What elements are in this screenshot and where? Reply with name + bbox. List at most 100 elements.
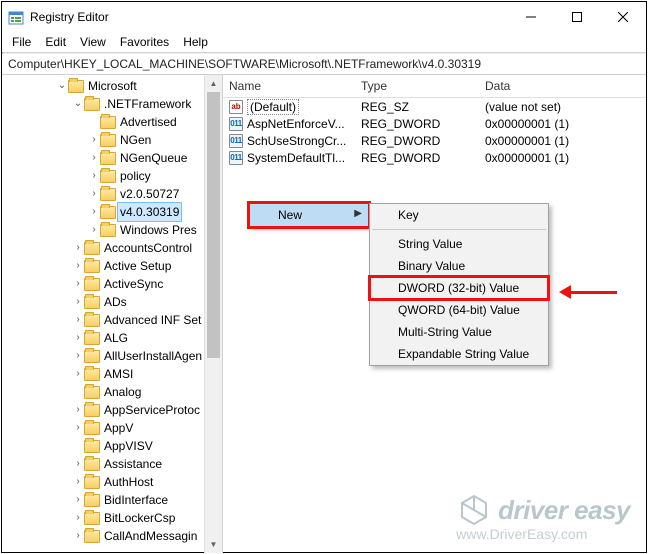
tree-item-label: Windows Pres: [120, 221, 197, 239]
expand-icon[interactable]: ›: [72, 293, 84, 311]
ctx-item-qword[interactable]: QWORD (64-bit) Value: [370, 299, 548, 321]
scroll-up-icon[interactable]: ▲: [205, 75, 222, 92]
ctx-item-new[interactable]: New ▶: [250, 204, 368, 226]
tree-item[interactable]: › Active Setup: [4, 257, 222, 275]
list-row[interactable]: 011SystemDefaultTl...REG_DWORD0x00000001…: [223, 149, 646, 166]
column-data[interactable]: Data: [479, 79, 646, 93]
menu-help[interactable]: Help: [177, 33, 214, 51]
list-row[interactable]: ab(Default)REG_SZ(value not set): [223, 98, 646, 115]
tree-item[interactable]: ›ALG: [4, 329, 222, 347]
menu-bar: File Edit View Favorites Help: [2, 32, 646, 52]
tree-item[interactable]: ›NGenQueue: [4, 149, 222, 167]
tree-item[interactable]: ›AppServiceProtoc: [4, 401, 222, 419]
tree-item[interactable]: › Windows Pres: [4, 221, 222, 239]
expand-icon[interactable]: ›: [88, 185, 100, 203]
close-button[interactable]: [600, 2, 646, 32]
expand-icon[interactable]: ›: [88, 167, 100, 185]
ctx-item-exp[interactable]: Expandable String Value: [370, 343, 548, 365]
ctx-item-key[interactable]: Key: [370, 204, 548, 226]
expand-icon[interactable]: ›: [72, 509, 84, 527]
folder-icon: [68, 80, 84, 93]
expand-icon[interactable]: ›: [72, 419, 84, 437]
expand-icon[interactable]: ›: [72, 491, 84, 509]
tree-item-label: Assistance: [104, 455, 162, 473]
tree-item[interactable]: ›v4.0.30319: [4, 203, 222, 221]
expand-icon[interactable]: ›: [88, 221, 100, 239]
folder-icon: [84, 242, 100, 255]
tree-item[interactable]: ›AllUserInstallAgen: [4, 347, 222, 365]
folder-icon: [84, 260, 100, 273]
tree-item[interactable]: ›CallAndMessagin: [4, 527, 222, 545]
tree-item-label: .NETFramework: [104, 95, 191, 113]
tree-item[interactable]: ›AccountsControl: [4, 239, 222, 257]
expand-icon[interactable]: ›: [72, 275, 84, 293]
folder-icon: [84, 332, 100, 345]
maximize-button[interactable]: [554, 2, 600, 32]
tree-item[interactable]: › Assistance: [4, 455, 222, 473]
context-menu-parent: New ▶: [249, 203, 369, 227]
tree-item-label: Active Setup: [104, 257, 171, 275]
expand-icon[interactable]: ›: [72, 455, 84, 473]
folder-icon: [84, 512, 100, 525]
expand-icon[interactable]: ›: [72, 329, 84, 347]
list-row[interactable]: 011SchUseStrongCr...REG_DWORD0x00000001 …: [223, 132, 646, 149]
expand-icon[interactable]: ›: [72, 401, 84, 419]
value-data: 0x00000001 (1): [479, 151, 646, 165]
tree-item[interactable]: Advertised: [4, 113, 222, 131]
expand-icon[interactable]: ›: [88, 149, 100, 167]
tree-item[interactable]: ›BidInterface: [4, 491, 222, 509]
expand-icon[interactable]: ›: [72, 311, 84, 329]
tree-item[interactable]: ⌄Microsoft: [4, 77, 222, 95]
list-pane: Name Type Data ab(Default)REG_SZ(value n…: [223, 75, 646, 553]
expand-icon[interactable]: ⌄: [56, 77, 68, 95]
menu-view[interactable]: View: [74, 33, 112, 51]
tree-item[interactable]: ›AuthHost: [4, 473, 222, 491]
expand-icon[interactable]: ⌄: [72, 95, 84, 113]
menu-favorites[interactable]: Favorites: [114, 33, 175, 51]
string-value-icon: ab: [229, 100, 243, 114]
ctx-item-multi[interactable]: Multi-String Value: [370, 321, 548, 343]
folder-icon: [100, 134, 116, 147]
tree-item[interactable]: ›Advanced INF Set: [4, 311, 222, 329]
tree-item[interactable]: ›ADs: [4, 293, 222, 311]
menu-edit[interactable]: Edit: [39, 33, 72, 51]
ctx-item-string[interactable]: String Value: [370, 233, 548, 255]
list-row[interactable]: 011AspNetEnforceV...REG_DWORD0x00000001 …: [223, 115, 646, 132]
tree-item[interactable]: ›ActiveSync: [4, 275, 222, 293]
menu-file[interactable]: File: [6, 33, 37, 51]
expand-icon[interactable]: ›: [88, 203, 100, 221]
folder-icon: [84, 386, 100, 399]
tree-item[interactable]: Analog: [4, 383, 222, 401]
value-name: SystemDefaultTl...: [247, 151, 345, 165]
expand-icon[interactable]: ›: [72, 365, 84, 383]
expand-icon[interactable]: ›: [72, 257, 84, 275]
folder-icon: [84, 314, 100, 327]
column-name[interactable]: Name: [223, 79, 355, 93]
folder-icon: [100, 152, 116, 165]
tree-item[interactable]: ›policy: [4, 167, 222, 185]
address-bar[interactable]: Computer\HKEY_LOCAL_MACHINE\SOFTWARE\Mic…: [2, 54, 646, 75]
tree-scrollbar[interactable]: ▲ ▼: [204, 75, 222, 553]
expand-icon[interactable]: ›: [72, 473, 84, 491]
tree-item[interactable]: ›BitLockerCsp: [4, 509, 222, 527]
value-data: 0x00000001 (1): [479, 134, 646, 148]
scroll-down-icon[interactable]: ▼: [205, 536, 222, 553]
value-type: REG_DWORD: [355, 134, 479, 148]
column-type[interactable]: Type: [355, 79, 479, 93]
expand-icon[interactable]: ›: [72, 527, 84, 545]
tree-item[interactable]: ›AppV: [4, 419, 222, 437]
folder-icon: [84, 296, 100, 309]
ctx-item-binary[interactable]: Binary Value: [370, 255, 548, 277]
tree-item[interactable]: ⌄ .NETFramework: [4, 95, 222, 113]
tree-item[interactable]: ›NGen: [4, 131, 222, 149]
tree-item[interactable]: ›v2.0.50727: [4, 185, 222, 203]
minimize-button[interactable]: [508, 2, 554, 32]
expand-icon[interactable]: ›: [72, 347, 84, 365]
tree-item[interactable]: ›AMSI: [4, 365, 222, 383]
folder-icon: [84, 350, 100, 363]
tree-item-label: Advertised: [120, 113, 177, 131]
ctx-item-dword[interactable]: DWORD (32-bit) Value: [370, 277, 548, 299]
expand-icon[interactable]: ›: [72, 239, 84, 257]
expand-icon[interactable]: ›: [88, 131, 100, 149]
tree-item[interactable]: AppVISV: [4, 437, 222, 455]
